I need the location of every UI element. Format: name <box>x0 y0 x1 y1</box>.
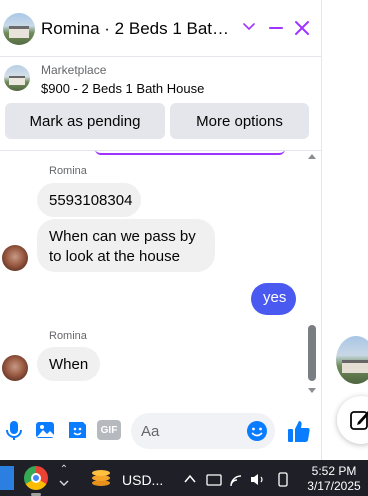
volume-icon <box>251 474 258 485</box>
avatar[interactable] <box>2 355 28 381</box>
scrollbar-thumb[interactable] <box>308 325 316 381</box>
chevron-down-icon[interactable] <box>242 20 256 34</box>
taskbar-clock[interactable]: 5:52 PM 3/17/2025 <box>304 464 364 494</box>
outgoing-message-bubble[interactable]: yes <box>251 283 296 315</box>
clock-date: 3/17/2025 <box>307 479 361 493</box>
chat-window: Romina · 2 Beds 1 Bath Ho… Marketplace $… <box>0 0 322 460</box>
sender-name: Romina <box>49 330 87 342</box>
wifi-icon <box>230 475 242 487</box>
message-list: Romina 5593108304 When can we pass by to… <box>0 151 321 396</box>
stack-coins-icon[interactable] <box>90 468 112 488</box>
minimized-chat-bubble[interactable] <box>336 336 368 384</box>
chrome-icon[interactable] <box>24 466 48 490</box>
listing-panel: Marketplace $900 - 2 Beds 1 Bath House M… <box>0 57 321 151</box>
chat-header[interactable]: Romina · 2 Beds 1 Bath Ho… <box>0 0 321 57</box>
image-icon[interactable] <box>33 418 57 442</box>
clock-time: 5:52 PM <box>311 464 357 478</box>
message-bubble[interactable]: When <box>37 347 100 381</box>
scroll-down-arrow-icon[interactable] <box>308 388 316 393</box>
scroll-up-arrow-icon[interactable] <box>308 154 316 159</box>
more-options-button[interactable]: More options <box>170 103 309 139</box>
emoji-icon[interactable] <box>246 420 268 442</box>
close-icon[interactable] <box>294 20 310 36</box>
listing-thumbnail[interactable] <box>4 65 30 91</box>
chat-title[interactable]: Romina · 2 Beds 1 Bath Ho… <box>41 19 231 39</box>
taskbar-app-label[interactable]: USD... <box>122 472 163 488</box>
message-bubble[interactable]: When can we pass by to look at the house <box>37 219 215 272</box>
microphone-icon[interactable] <box>2 418 26 442</box>
avatar[interactable] <box>2 245 28 271</box>
overflow-up-glyph: ⌃ <box>59 464 69 475</box>
sticker-icon[interactable] <box>65 418 89 442</box>
chevron-down-icon <box>59 480 69 486</box>
listing-source: Marketplace <box>41 63 107 77</box>
previous-message-edge <box>95 151 285 155</box>
windows-taskbar: ⌃ USD... 5:52 PM 3/17/2025 <box>0 460 368 496</box>
gif-icon[interactable]: GIF <box>97 420 121 440</box>
listing-photo-avatar[interactable] <box>3 13 35 45</box>
mark-as-pending-button[interactable]: Mark as pending <box>5 103 165 139</box>
system-tray[interactable] <box>183 470 293 488</box>
scrollbar[interactable] <box>305 151 319 396</box>
minimize-icon[interactable] <box>268 20 284 36</box>
message-bubble[interactable]: 5593108304 <box>37 183 141 217</box>
start-icon[interactable] <box>0 466 14 490</box>
message-composer: GIF <box>0 404 321 458</box>
listing-title[interactable]: $900 - 2 Beds 1 Bath House <box>41 81 204 96</box>
taskbar-overflow-icon[interactable]: ⌃ <box>58 462 70 494</box>
sender-name: Romina <box>49 165 87 177</box>
device-icon <box>206 474 222 486</box>
show-hidden-icons-icon <box>184 474 196 483</box>
compose-icon <box>350 411 368 430</box>
new-message-button[interactable] <box>337 396 368 444</box>
thumbs-up-icon[interactable] <box>286 418 312 444</box>
battery-icon <box>278 472 288 487</box>
